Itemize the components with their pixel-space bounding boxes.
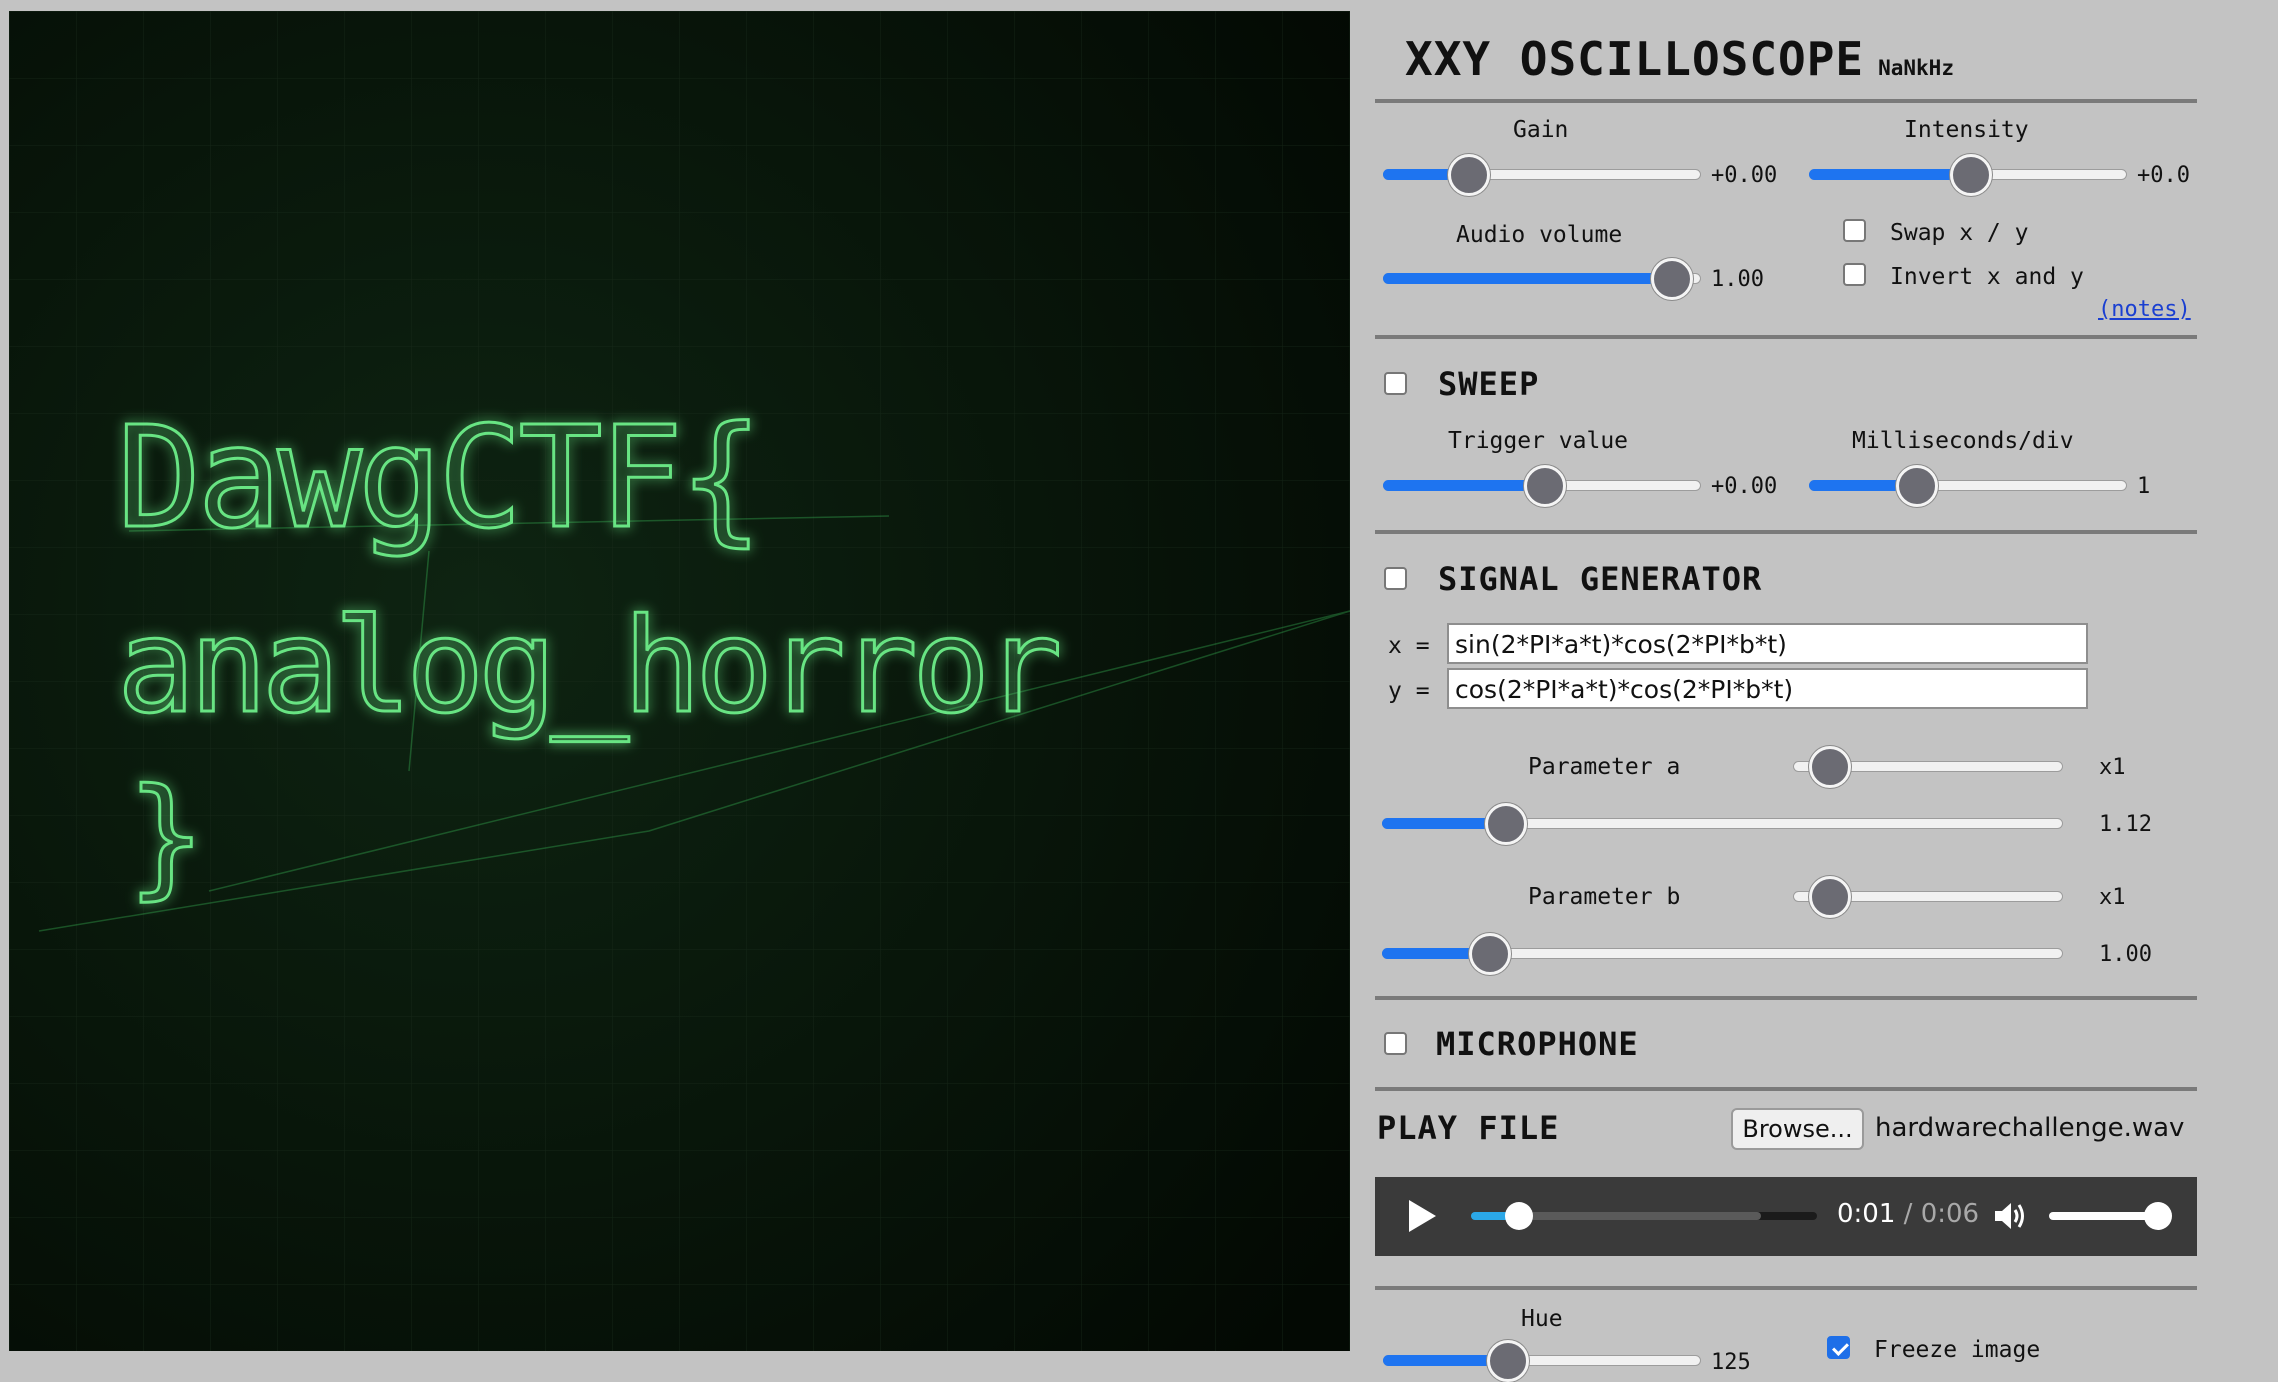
invert-xy-checkbox[interactable] — [1843, 263, 1866, 286]
screen-line-1: DawgCTF{ — [117, 397, 759, 560]
parameter-a-value: 1.12 — [2099, 812, 2152, 837]
volume-thumb[interactable] — [2144, 1202, 2172, 1230]
swap-xy-checkbox[interactable] — [1843, 219, 1866, 242]
intensity-slider-fill — [1809, 169, 1968, 180]
ms-div-slider-thumb[interactable] — [1896, 465, 1938, 507]
y-expression-label: y = — [1388, 678, 1430, 704]
parameter-a-multiplier-slider[interactable] — [1793, 746, 2063, 788]
x-expression-input[interactable]: sin(2*PI*a*t)*cos(2*PI*b*t) — [1447, 623, 2088, 664]
parameter-a-slider[interactable] — [1382, 803, 2063, 845]
divider — [1375, 530, 2197, 534]
parameter-b-multiplier-slider[interactable] — [1793, 876, 2063, 918]
time-display: 0:01 / 0:06 — [1837, 1199, 1979, 1229]
ms-div-slider[interactable] — [1809, 465, 2127, 507]
play-icon[interactable] — [1409, 1200, 1436, 1232]
parameter-b-label: Parameter b — [1528, 884, 1681, 910]
hue-label: Hue — [1521, 1306, 1563, 1332]
play-file-title: PLAY FILE — [1377, 1109, 1560, 1147]
divider — [1375, 996, 2197, 1000]
audio-volume-slider-thumb[interactable] — [1651, 258, 1693, 300]
trigger-value-slider-thumb[interactable] — [1524, 465, 1566, 507]
intensity-slider[interactable] — [1809, 154, 2127, 196]
oscilloscope-screen: DawgCTF{ analog_horror } — [9, 11, 1350, 1351]
trigger-value-slider[interactable] — [1383, 465, 1701, 507]
audio-volume-slider-fill — [1383, 273, 1669, 284]
x-expression-label: x = — [1388, 633, 1430, 659]
control-panel: XXY OSCILLOSCOPE NaNkHz Gain +0.00 Intens… — [1375, 0, 2200, 1382]
screen-line-3: } — [127, 760, 205, 912]
trigger-value-label: Trigger value — [1448, 428, 1629, 454]
microphone-title: MICROPHONE — [1436, 1025, 1639, 1063]
hue-slider-thumb[interactable] — [1487, 1340, 1529, 1382]
signal-generator-checkbox[interactable] — [1384, 567, 1407, 590]
app-title: XXY OSCILLOSCOPE NaNkHz — [1405, 32, 1954, 86]
freeze-image-checkbox[interactable] — [1827, 1336, 1850, 1359]
gain-value: +0.00 — [1711, 163, 1778, 188]
oscilloscope-graticule: DawgCTF{ analog_horror } — [9, 11, 1350, 1351]
divider — [1375, 1087, 2197, 1091]
invert-xy-label: Invert x and y — [1890, 264, 2084, 290]
gain-label: Gain — [1513, 117, 1569, 143]
y-expression-input[interactable]: cos(2*PI*a*t)*cos(2*PI*b*t) — [1447, 668, 2088, 709]
parameter-b-slider-thumb[interactable] — [1469, 933, 1511, 975]
ms-div-label: Milliseconds/div — [1852, 428, 2074, 454]
seek-thumb[interactable] — [1505, 1202, 1533, 1230]
microphone-checkbox[interactable] — [1384, 1032, 1407, 1055]
hue-value: 125 — [1711, 1350, 1751, 1375]
current-time: 0:01 — [1837, 1199, 1896, 1229]
gain-slider-thumb[interactable] — [1448, 154, 1490, 196]
notes-link[interactable]: (notes) — [2098, 297, 2191, 322]
ms-div-value: 1 — [2137, 474, 2151, 499]
sweep-title: SWEEP — [1438, 365, 1540, 403]
parameter-b-slider[interactable] — [1382, 933, 2063, 975]
intensity-slider-thumb[interactable] — [1950, 154, 1992, 196]
sweep-checkbox[interactable] — [1384, 372, 1407, 395]
divider — [1375, 1286, 2197, 1290]
frequency-readout: NaNkHz — [1878, 56, 1954, 80]
freeze-image-label: Freeze image — [1874, 1337, 2041, 1363]
parameter-a-multiplier: x1 — [2099, 755, 2126, 780]
parameter-b-multiplier-thumb[interactable] — [1809, 876, 1851, 918]
parameter-b-value: 1.00 — [2099, 942, 2152, 967]
signal-generator-title: SIGNAL GENERATOR — [1438, 560, 1763, 598]
divider — [1375, 335, 2197, 339]
duration: 0:06 — [1920, 1199, 1980, 1229]
intensity-label: Intensity — [1904, 117, 2029, 143]
hue-slider[interactable] — [1383, 1340, 1701, 1382]
swap-xy-label: Swap x / y — [1890, 220, 2029, 246]
divider — [1375, 99, 2197, 103]
volume-icon[interactable] — [1993, 1199, 2029, 1237]
parameter-a-multiplier-thumb[interactable] — [1809, 746, 1851, 788]
audio-player: 0:01 / 0:06 — [1375, 1177, 2197, 1256]
audio-volume-value: 1.00 — [1711, 267, 1764, 292]
parameter-b-multiplier: x1 — [2099, 885, 2126, 910]
gain-slider[interactable] — [1383, 154, 1701, 196]
screen-line-2: analog_horror — [117, 590, 1058, 742]
parameter-a-slider-thumb[interactable] — [1485, 803, 1527, 845]
app-title-text: XXY OSCILLOSCOPE — [1405, 32, 1865, 86]
time-separator: / — [1903, 1199, 1913, 1229]
browse-button[interactable]: Browse... — [1731, 1108, 1864, 1150]
audio-volume-label: Audio volume — [1456, 222, 1623, 248]
intensity-value: +0.0 — [2137, 163, 2190, 188]
file-name: hardwarechallenge.wav — [1875, 1113, 2185, 1143]
trigger-value-slider-fill — [1383, 480, 1542, 491]
trigger-value: +0.00 — [1711, 474, 1778, 499]
volume-slider[interactable] — [2049, 1212, 2157, 1220]
parameter-a-label: Parameter a — [1528, 754, 1681, 780]
audio-volume-slider[interactable] — [1383, 258, 1701, 300]
